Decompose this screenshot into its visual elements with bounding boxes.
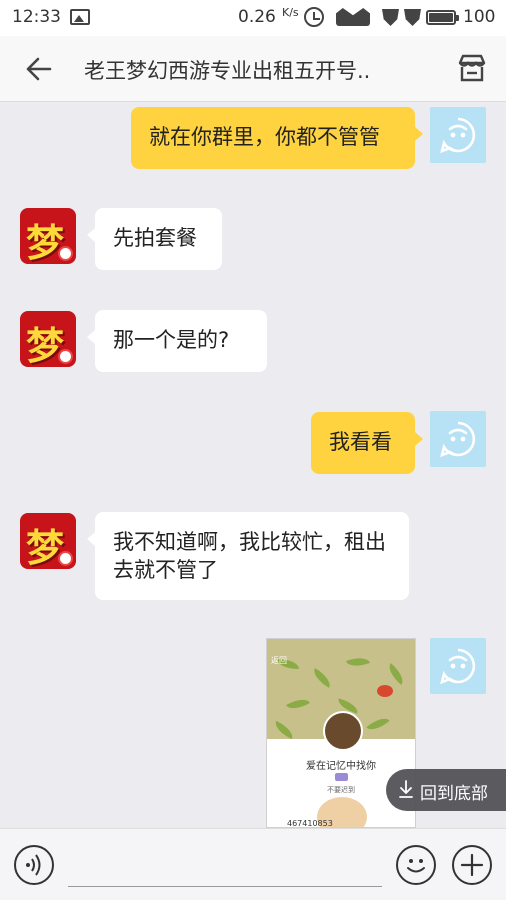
image-icon	[70, 9, 90, 25]
message-bubble[interactable]: 先拍套餐	[87, 208, 222, 270]
chat-title: 老王梦幻西游专业出租五开号..	[84, 59, 371, 83]
battery-level: 100	[463, 7, 496, 27]
battery-icon	[426, 10, 459, 25]
bat-signal-icon	[336, 8, 370, 26]
smile-bubble-icon	[440, 648, 476, 685]
voice-icon	[26, 854, 41, 876]
screenshot-back-link: 返回	[271, 656, 287, 665]
back-arrow-icon[interactable]	[24, 56, 54, 82]
my-avatar[interactable]	[430, 638, 486, 694]
transformers-icon	[382, 9, 399, 26]
smile-bubble-icon	[440, 421, 476, 458]
alarm-icon	[304, 7, 324, 27]
input-bar	[0, 828, 506, 900]
back-to-bottom-button[interactable]: 回到底部	[386, 769, 506, 811]
store-icon[interactable]	[456, 52, 488, 84]
emoji-icon	[407, 859, 425, 873]
message-bubble[interactable]: 我不知道啊，我比较忙，租出去就不管了	[87, 512, 409, 600]
message-bubble[interactable]: 那一个是的?	[87, 310, 267, 372]
contact-avatar[interactable]: 梦	[20, 208, 76, 264]
contact-avatar[interactable]: 梦	[20, 311, 76, 367]
leaf-pattern	[285, 694, 311, 714]
transformers-icon	[404, 9, 421, 26]
screenshot-tag	[335, 773, 348, 781]
status-time: 12:33	[12, 7, 61, 27]
net-speed-unit: K/s	[282, 6, 299, 19]
screenshot-profile-picture	[323, 711, 363, 751]
back-to-bottom-label: 回到底部	[420, 784, 488, 804]
netease-badge-icon	[58, 551, 73, 566]
my-avatar[interactable]	[430, 411, 486, 467]
status-bar: 12:33 0.26 K/s 100	[0, 0, 506, 36]
screenshot-qq-number: 467410853	[287, 819, 333, 828]
contact-avatar[interactable]: 梦	[20, 513, 76, 569]
net-speed: 0.26	[238, 7, 276, 27]
my-avatar[interactable]	[430, 107, 486, 163]
title-bar: 老王梦幻西游专业出租五开号..	[0, 36, 506, 102]
voice-button[interactable]	[14, 845, 54, 885]
plus-button[interactable]	[452, 845, 492, 885]
netease-badge-icon	[58, 349, 73, 364]
leaf-pattern	[384, 663, 408, 685]
message-list[interactable]: 就在你群里，你都不管管 梦 先拍套餐 梦 那一个是的? 我看看 梦 我不知道啊，…	[0, 103, 506, 828]
message-input[interactable]	[68, 847, 382, 887]
emoji-button[interactable]	[396, 845, 436, 885]
netease-badge-icon	[58, 246, 73, 261]
leaf-pattern	[366, 713, 390, 735]
bird-icon	[377, 685, 393, 697]
message-bubble[interactable]: 就在你群里，你都不管管	[131, 107, 423, 169]
smile-bubble-icon	[440, 117, 476, 154]
message-bubble[interactable]: 我看看	[311, 412, 423, 474]
leaf-pattern	[345, 653, 371, 671]
arrow-down-icon	[399, 780, 413, 798]
screenshot-caption: 爱在记忆中找你	[306, 761, 376, 772]
plus-icon	[460, 853, 484, 877]
leaf-pattern	[309, 668, 335, 688]
leaf-pattern	[271, 720, 297, 740]
